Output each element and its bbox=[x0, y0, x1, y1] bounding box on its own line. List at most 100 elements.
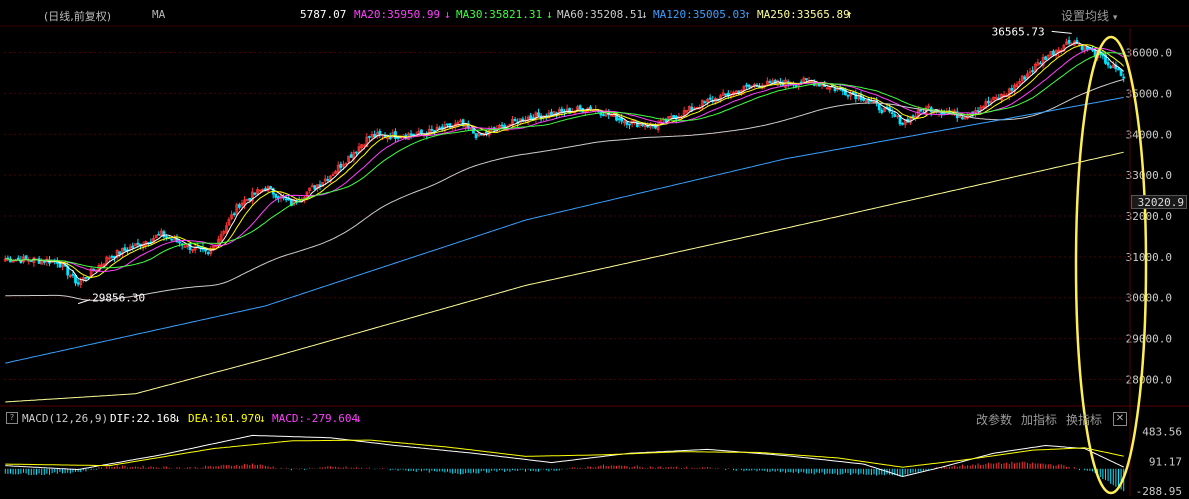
candle-body bbox=[1117, 68, 1120, 71]
period-label: (日线,前复权) bbox=[44, 10, 112, 23]
candle-body bbox=[178, 241, 181, 244]
ma-label: MA bbox=[152, 8, 166, 21]
candle-body bbox=[745, 84, 748, 87]
candle-body bbox=[724, 93, 728, 96]
candle-body bbox=[1010, 88, 1014, 91]
candle-body bbox=[529, 115, 533, 119]
candle-body bbox=[1080, 45, 1084, 50]
macd-dif: DIF:22.168 bbox=[110, 412, 177, 425]
candle-body bbox=[274, 193, 278, 198]
candle-body bbox=[893, 114, 897, 117]
candle-body bbox=[237, 204, 241, 208]
candle-body bbox=[232, 213, 236, 216]
y-tick-label: 32000.0 bbox=[1126, 210, 1172, 223]
ma-settings-button[interactable]: 设置均线 ▾ bbox=[1061, 7, 1117, 24]
y-tick-label: 30000.0 bbox=[1126, 292, 1172, 305]
y-tick-label: 31000.0 bbox=[1126, 251, 1172, 264]
candle-body bbox=[500, 124, 504, 127]
ma250-value: MA250:33565.89 bbox=[757, 8, 850, 21]
candle-body bbox=[118, 251, 122, 255]
candle-body bbox=[537, 112, 540, 117]
candle-body bbox=[513, 119, 517, 122]
candle-body bbox=[76, 282, 80, 285]
candle-body bbox=[253, 192, 257, 195]
candle-body bbox=[430, 128, 434, 131]
candle-body bbox=[269, 186, 272, 189]
candle-body bbox=[794, 84, 798, 87]
ma-settings-label: 设置均线 bbox=[1061, 9, 1110, 23]
candle-body bbox=[747, 84, 751, 88]
ma250-arrow: ↑ bbox=[846, 8, 853, 21]
candle-body bbox=[1044, 56, 1048, 60]
candle-body bbox=[862, 98, 866, 101]
close-icon[interactable]: ✕ bbox=[1113, 412, 1127, 426]
ma30-line bbox=[5, 52, 1124, 269]
y-tick-label: 34000.0 bbox=[1126, 128, 1172, 141]
candle-body bbox=[394, 131, 397, 139]
candle-body bbox=[846, 94, 850, 97]
y-tick-label: 29000.0 bbox=[1126, 333, 1172, 346]
candle-body bbox=[880, 109, 884, 113]
candle-body bbox=[1023, 76, 1027, 80]
dea-arrow: ↓ bbox=[259, 412, 266, 425]
candle-body bbox=[339, 163, 343, 168]
macd-title: MACD(12,26,9) bbox=[22, 412, 109, 425]
candle-body bbox=[578, 105, 582, 110]
candle-body bbox=[206, 252, 210, 254]
candle-body bbox=[1031, 70, 1035, 72]
candle-body bbox=[355, 151, 358, 154]
ma5-line bbox=[5, 42, 1125, 282]
low-annotation: 29856.30 bbox=[92, 292, 145, 305]
candle-body bbox=[976, 110, 980, 112]
change-params-button[interactable]: 改参数 bbox=[976, 411, 1012, 428]
candle-body bbox=[368, 136, 371, 138]
ma60-value: MA60:35208.51 bbox=[557, 8, 644, 21]
candle-body bbox=[635, 121, 639, 128]
candle-body bbox=[1052, 50, 1055, 56]
candle-body bbox=[84, 277, 88, 279]
ma20-value: MA20:35950.99 bbox=[354, 8, 441, 21]
candle-body bbox=[708, 97, 712, 100]
ma60-arrow: ↓ bbox=[641, 8, 648, 21]
macd-tick-label: -288.95 bbox=[1136, 485, 1182, 496]
candle-body bbox=[919, 109, 923, 112]
candle-body bbox=[703, 101, 707, 104]
candle-body bbox=[110, 256, 114, 258]
ma120-value: MA120:35005.03 bbox=[653, 8, 746, 21]
current-price-box: 32020.9 bbox=[1131, 195, 1187, 209]
candle-body bbox=[877, 103, 881, 111]
add-indicator-button[interactable]: 加指标 bbox=[1021, 411, 1057, 428]
ma5-value: 5787.07 bbox=[300, 8, 347, 21]
macd-tick-label: 91.17 bbox=[1149, 456, 1182, 469]
ma20-arrow: ↓ bbox=[444, 8, 451, 21]
candle-body bbox=[1091, 48, 1094, 51]
candle-body bbox=[318, 184, 322, 187]
ma250-line bbox=[5, 151, 1124, 403]
candle-body bbox=[123, 247, 127, 251]
candle-body bbox=[326, 179, 330, 181]
candle-body bbox=[16, 257, 20, 260]
candle-body bbox=[409, 133, 413, 136]
candle-body bbox=[617, 118, 621, 121]
macd-value: MACD:-279.604 bbox=[272, 412, 359, 425]
low-pointer bbox=[77, 299, 91, 305]
candle-body bbox=[628, 123, 631, 126]
candle-body bbox=[183, 246, 187, 248]
candle-body bbox=[24, 255, 28, 260]
candle-body bbox=[641, 124, 644, 127]
candle-body bbox=[188, 243, 192, 250]
candle-body bbox=[961, 117, 964, 120]
candle-body bbox=[589, 106, 592, 110]
candle-body bbox=[378, 130, 382, 135]
candle-body bbox=[1109, 66, 1113, 68]
high-pointer bbox=[1051, 30, 1072, 34]
candle-body bbox=[131, 245, 135, 248]
candle-body bbox=[625, 121, 629, 125]
macd-arrow: ↓ bbox=[355, 412, 362, 425]
candle-body bbox=[1119, 69, 1123, 76]
candle-body bbox=[672, 114, 676, 119]
candle-body bbox=[349, 154, 353, 158]
switch-indicator-button[interactable]: 换指标 bbox=[1066, 411, 1102, 428]
y-tick-label: 36000.0 bbox=[1126, 47, 1172, 60]
y-tick-label: 33000.0 bbox=[1126, 169, 1172, 182]
